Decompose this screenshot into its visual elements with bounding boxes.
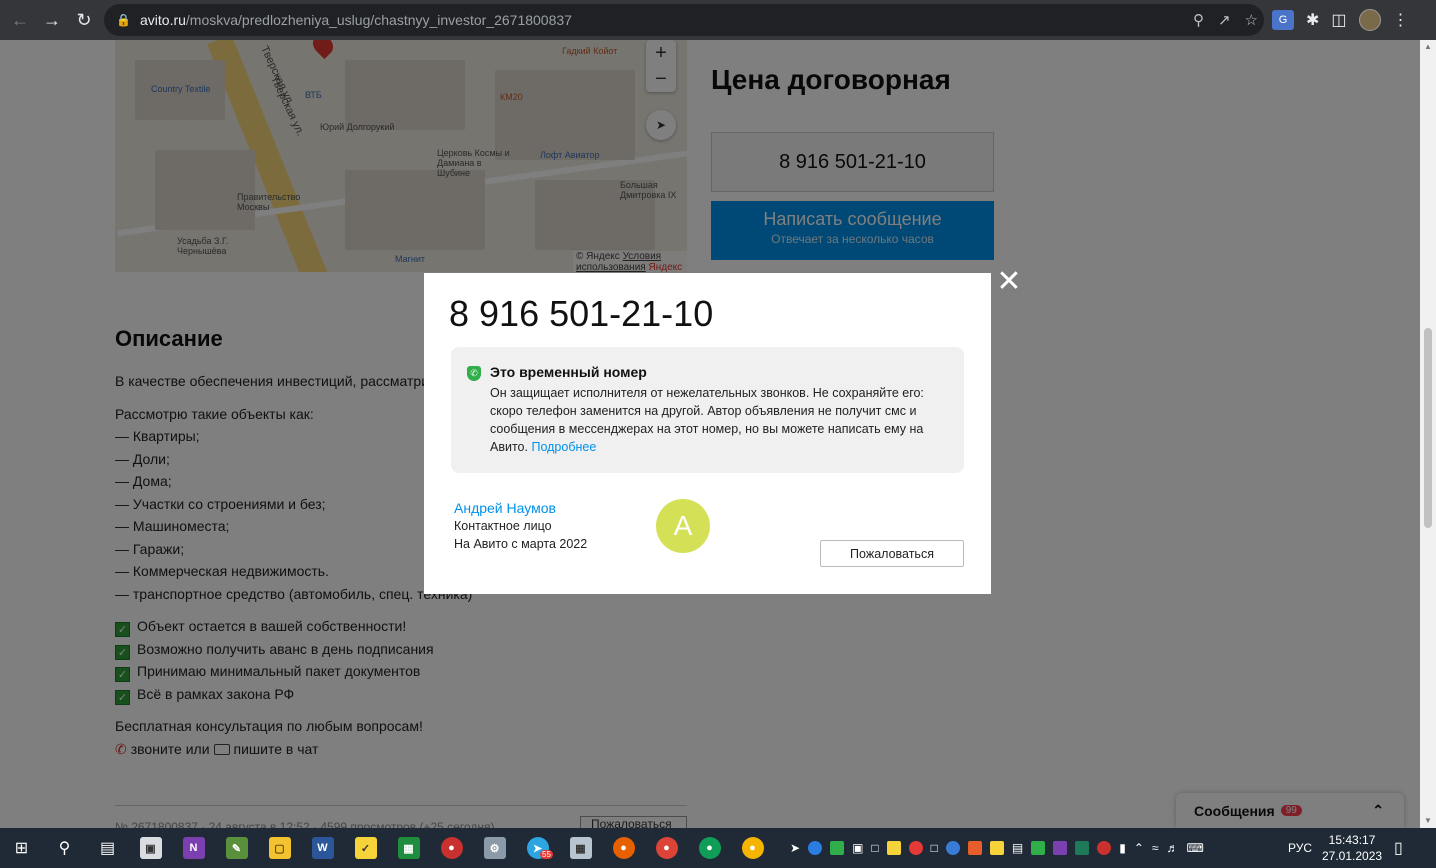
chrome-icon[interactable]: ● <box>645 828 688 868</box>
fx-icon[interactable] <box>1075 841 1090 855</box>
document-icon[interactable]: □ <box>871 841 878 855</box>
shield-phone-icon: ✆ <box>467 366 481 381</box>
keyboard-icon[interactable]: ⌨ <box>1187 841 1204 855</box>
files-icon[interactable]: ▣ <box>129 828 172 868</box>
scroll-down-icon[interactable]: ▼ <box>1424 816 1432 825</box>
firefox-icon[interactable]: ● <box>602 828 645 868</box>
app2-tray-icon[interactable] <box>1097 841 1112 855</box>
calculator-icon[interactable]: ▦ <box>559 828 602 868</box>
notifications-icon[interactable]: ▯ <box>1394 838 1403 858</box>
close-icon[interactable]: ✕ <box>996 267 1022 297</box>
vpn-icon[interactable] <box>1031 841 1046 855</box>
seller-since: На Авито с марта 2022 <box>454 537 588 551</box>
url-host: avito.ru <box>140 12 186 28</box>
scroll-thumb[interactable] <box>1424 328 1432 528</box>
notice-title: Это временный номер <box>490 364 647 380</box>
back-icon[interactable]: ← <box>4 4 36 36</box>
date: 27.01.2023 <box>1322 849 1383 863</box>
browser-toolbar: ← → ↻ 🔒 avito.ru/moskva/predlozheniya_us… <box>0 0 1436 40</box>
menu-icon[interactable]: ⋮ <box>1393 10 1409 30</box>
share-icon[interactable]: ↗ <box>1218 11 1231 29</box>
scroll-up-icon[interactable]: ▲ <box>1424 42 1432 51</box>
lock-icon: 🔒 <box>116 13 131 27</box>
sticky-notes-icon[interactable]: ✓ <box>344 828 387 868</box>
notes-tray-icon[interactable] <box>886 841 901 855</box>
report-button[interactable]: Пожаловаться <box>820 540 964 567</box>
seller-name-link[interactable]: Андрей Наумов <box>454 500 556 516</box>
side-panel-icon[interactable]: ◫ <box>1331 10 1346 30</box>
language-indicator[interactable]: РУС <box>1288 841 1312 855</box>
folder-icon[interactable]: ▢ <box>258 828 301 868</box>
windows-start-icon[interactable]: ⊞ <box>0 828 43 868</box>
onenote-icon[interactable]: N <box>172 828 215 868</box>
battery-icon[interactable]: ▮ <box>1119 841 1126 855</box>
time: 15:43:17 <box>1328 833 1376 847</box>
scrollbar[interactable]: ▲ ▼ <box>1420 40 1436 828</box>
zoom-icon[interactable]: ⚲ <box>1193 11 1204 29</box>
sheets-icon[interactable]: ▦ <box>387 828 430 868</box>
notice-body: Он защищает исполнителя от нежелательных… <box>490 386 924 454</box>
seller-role: Контактное лицо <box>454 519 552 533</box>
bookmark-star-icon[interactable]: ☆ <box>1245 11 1258 29</box>
monitor-icon[interactable]: ▣ <box>852 841 863 855</box>
windows-taskbar: ⊞ ⚲ ▤ ▣ N ✎ ▢ W ✓ ▦ ● ⚙ ➤ 55 ▦ ● ● ● ● ➤ … <box>0 828 1436 868</box>
search-icon[interactable]: ⚲ <box>43 828 86 868</box>
chrome-profile-icon[interactable]: ● <box>688 828 731 868</box>
notepad-icon[interactable]: ✎ <box>215 828 258 868</box>
telegram-badge: 55 <box>540 850 553 859</box>
onenote-tray-icon[interactable] <box>1053 841 1068 855</box>
forward-icon[interactable]: → <box>36 4 68 36</box>
more-link[interactable]: Подробнее <box>531 440 596 454</box>
screenshot-icon[interactable]: □ <box>931 841 938 855</box>
url-path: /moskva/predlozheniya_uslug/chastnyy_inv… <box>185 12 572 28</box>
wifi-icon[interactable]: ≈ <box>1152 841 1159 855</box>
chevron-up-icon[interactable]: ⌃ <box>1134 841 1144 855</box>
phone-modal: 8 916 501-21-10 ✆ Это временный номер Он… <box>424 273 991 594</box>
telegram-icon[interactable]: ➤ 55 <box>516 828 559 868</box>
sync-icon[interactable] <box>945 841 960 855</box>
system-tray: ➤ ▣ □ □ ▤ ▮ ⌃ ≈ ♬ ⌨ <box>790 828 1204 868</box>
sticky-tray-icon[interactable] <box>989 841 1004 855</box>
clock[interactable]: 15:43:17 27.01.2023 <box>1322 832 1382 864</box>
temporary-number-notice: ✆ Это временный номер Он защищает исполн… <box>451 347 964 473</box>
tool-icon[interactable]: ⚙ <box>473 828 516 868</box>
app-tray-icon[interactable] <box>967 841 982 855</box>
address-bar[interactable]: 🔒 avito.ru/moskva/predlozheniya_uslug/ch… <box>104 4 1264 36</box>
chrome-profile2-icon[interactable]: ● <box>731 828 774 868</box>
profile-avatar[interactable] <box>1358 9 1381 31</box>
telegram-tray-icon[interactable]: ➤ <box>790 841 800 855</box>
modal-phone-number: 8 916 501-21-10 <box>449 293 714 334</box>
task-view-icon[interactable]: ▤ <box>86 828 129 868</box>
edge-icon[interactable] <box>808 841 823 855</box>
window-icon[interactable]: ▤ <box>1012 841 1023 855</box>
app-icon[interactable]: ● <box>430 828 473 868</box>
translate-icon[interactable]: G <box>1272 10 1294 30</box>
shield-tray-icon[interactable] <box>830 841 845 855</box>
seller-avatar[interactable]: А <box>656 499 710 553</box>
word-icon[interactable]: W <box>301 828 344 868</box>
record-icon[interactable] <box>908 841 923 855</box>
extensions-icon[interactable]: ✱ <box>1306 10 1319 30</box>
reload-icon[interactable]: ↻ <box>68 4 100 36</box>
volume-icon[interactable]: ♬ <box>1167 841 1179 855</box>
